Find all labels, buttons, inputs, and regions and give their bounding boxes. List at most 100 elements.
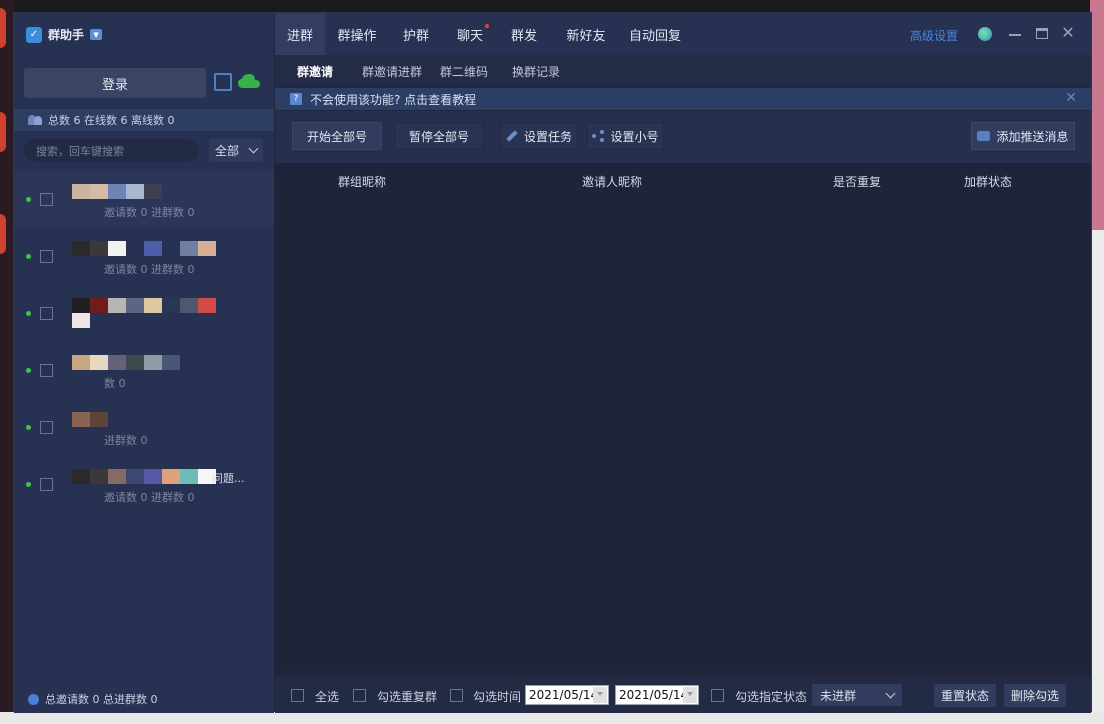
- set-small-account-label: 设置小号: [610, 129, 659, 144]
- column-join-status[interactable]: 加群状态: [951, 166, 1025, 196]
- account-avatar-blurred: [72, 412, 222, 427]
- pause-all-button[interactable]: 暂停全部号: [394, 122, 484, 150]
- account-row[interactable]: 邀请数 0 进群数 0: [14, 228, 274, 284]
- account-filter-select[interactable]: 全部: [209, 139, 263, 162]
- table-header: 群组昵称 邀请人昵称 是否重复 加群状态: [275, 166, 1091, 196]
- date-from-value: 2021/05/14: [529, 688, 599, 702]
- sidebar: ✓ 群助手 ▼ 登录 总数 6 在线数 6 离线数 0 搜索，回车键搜索 全部 …: [14, 13, 274, 713]
- globe-icon[interactable]: [978, 27, 992, 41]
- bottom-action-bar: 全选 勾选重复群 勾选时间 2021/05/14 2021/05/14 勾选指定…: [275, 677, 1091, 713]
- desktop-app-tile: [0, 214, 6, 254]
- account-checkbox[interactable]: [40, 250, 53, 263]
- account-checkbox[interactable]: [40, 364, 53, 377]
- chevron-down-icon[interactable]: ▼: [90, 29, 103, 40]
- wrench-icon: [506, 130, 518, 142]
- account-row[interactable]: 邀请数 0 进群数 0 问题...: [14, 456, 274, 512]
- select-all-label[interactable]: 全选: [315, 688, 339, 705]
- tutorial-notice-text[interactable]: 不会使用该功能? 点击查看教程: [310, 91, 476, 108]
- delete-selected-button[interactable]: 删除勾选: [1004, 684, 1066, 707]
- advanced-settings-link[interactable]: 高级设置: [910, 27, 958, 44]
- select-status-label[interactable]: 勾选指定状态: [735, 688, 807, 705]
- account-subtitle: 邀请数 0 进群数 0: [104, 263, 195, 276]
- tab-auto-reply[interactable]: 自动回复: [624, 13, 686, 55]
- add-push-message-button[interactable]: 添加推送消息: [971, 122, 1075, 150]
- app-window: ✓ 群助手 ▼ 登录 总数 6 在线数 6 离线数 0 搜索，回车键搜索 全部 …: [13, 12, 1092, 713]
- account-stats-text: 总数 6 在线数 6 离线数 0: [48, 114, 175, 127]
- date-to-value: 2021/05/14: [619, 688, 689, 702]
- notification-dot: [485, 24, 489, 28]
- set-small-account-button[interactable]: 设置小号: [587, 122, 664, 150]
- column-inviter-nickname[interactable]: 邀请人昵称: [569, 166, 655, 196]
- close-icon[interactable]: ✕: [1065, 90, 1077, 106]
- share-icon: [592, 130, 604, 142]
- qr-code-icon[interactable]: [214, 73, 232, 91]
- sub-tabs: 群邀请 群邀请进群 群二维码 换群记录: [275, 55, 1091, 87]
- column-group-nickname[interactable]: 群组昵称: [325, 166, 399, 196]
- account-extra-text: 问题...: [212, 472, 245, 485]
- pause-all-label: 暂停全部号: [408, 129, 469, 144]
- tutorial-notice[interactable]: ? 不会使用该功能? 点击查看教程 ✕: [275, 88, 1091, 110]
- account-row[interactable]: [14, 285, 274, 341]
- dropdown-arrow-icon[interactable]: [593, 687, 607, 703]
- sidebar-footer: 总邀请数 0 总进群数 0: [28, 691, 158, 707]
- account-avatar-blurred: [72, 469, 222, 484]
- tab-chat[interactable]: 聊天: [451, 13, 489, 55]
- subtab-group-invite[interactable]: 群邀请: [297, 55, 333, 87]
- online-status-dot: [26, 254, 31, 259]
- account-checkbox[interactable]: [40, 478, 53, 491]
- account-avatar-blurred: [72, 241, 222, 256]
- cloud-icon[interactable]: [237, 72, 261, 90]
- maximize-icon[interactable]: [1036, 28, 1048, 39]
- dropdown-arrow-icon[interactable]: [683, 687, 697, 703]
- status-select[interactable]: 未进群: [812, 684, 902, 706]
- message-icon: [977, 131, 991, 141]
- app-brand[interactable]: ✓ 群助手 ▼: [26, 26, 103, 43]
- taskbar-fragment: [0, 712, 1104, 724]
- desktop-right-edge: [1090, 0, 1104, 724]
- minimize-icon[interactable]: [1009, 34, 1021, 36]
- desktop-app-tile: [0, 8, 6, 48]
- account-checkbox[interactable]: [40, 307, 53, 320]
- subtab-switch-records[interactable]: 换群记录: [512, 55, 560, 87]
- account-subtitle: 邀请数 0 进群数 0: [104, 206, 195, 219]
- main-panel: 进群 群操作 护群 聊天 群发 新好友 自动回复 高级设置 ✕ 群邀请 群邀请进…: [275, 13, 1091, 713]
- online-status-dot: [26, 197, 31, 202]
- start-all-button[interactable]: 开始全部号: [292, 122, 382, 150]
- subtab-group-qrcode[interactable]: 群二维码: [440, 55, 488, 87]
- date-from-picker[interactable]: 2021/05/14: [525, 685, 609, 705]
- account-checkbox[interactable]: [40, 421, 53, 434]
- select-duplicate-checkbox[interactable]: [353, 689, 366, 702]
- account-checkbox[interactable]: [40, 193, 53, 206]
- help-icon: ?: [290, 93, 302, 105]
- tab-mass-send[interactable]: 群发: [505, 13, 543, 55]
- account-avatar-blurred: [72, 184, 222, 199]
- select-all-checkbox[interactable]: [291, 689, 304, 702]
- subtab-invite-join[interactable]: 群邀请进群: [362, 55, 422, 87]
- group-icon: [28, 693, 39, 705]
- tab-group-ops[interactable]: 群操作: [331, 13, 383, 55]
- account-row[interactable]: 数 0: [14, 342, 274, 398]
- tab-new-friends[interactable]: 新好友: [560, 13, 612, 55]
- set-task-button[interactable]: 设置任务: [500, 122, 578, 150]
- date-to-picker[interactable]: 2021/05/14: [615, 685, 699, 705]
- select-duplicate-label[interactable]: 勾选重复群: [377, 688, 437, 705]
- column-is-duplicate[interactable]: 是否重复: [820, 166, 894, 196]
- online-status-dot: [26, 425, 31, 430]
- select-time-checkbox[interactable]: [450, 689, 463, 702]
- set-task-label: 设置任务: [523, 129, 572, 144]
- account-row[interactable]: 邀请数 0 进群数 0: [14, 171, 274, 227]
- account-row[interactable]: 进群数 0: [14, 399, 274, 455]
- account-subtitle: 邀请数 0 进群数 0: [104, 491, 195, 504]
- tab-join-group[interactable]: 进群: [275, 13, 325, 55]
- account-avatar-blurred: [72, 355, 222, 370]
- reset-status-button[interactable]: 重置状态: [934, 684, 996, 707]
- login-button[interactable]: 登录: [24, 68, 206, 98]
- close-icon[interactable]: ✕: [1061, 25, 1075, 41]
- account-stats-bar: 总数 6 在线数 6 离线数 0: [14, 109, 274, 131]
- select-status-checkbox[interactable]: [711, 689, 724, 702]
- search-input[interactable]: 搜索，回车键搜索: [24, 139, 199, 162]
- select-time-label[interactable]: 勾选时间: [473, 688, 521, 705]
- users-icon: [28, 115, 42, 125]
- app-logo-icon: ✓: [26, 26, 42, 43]
- tab-guard-group[interactable]: 护群: [397, 13, 435, 55]
